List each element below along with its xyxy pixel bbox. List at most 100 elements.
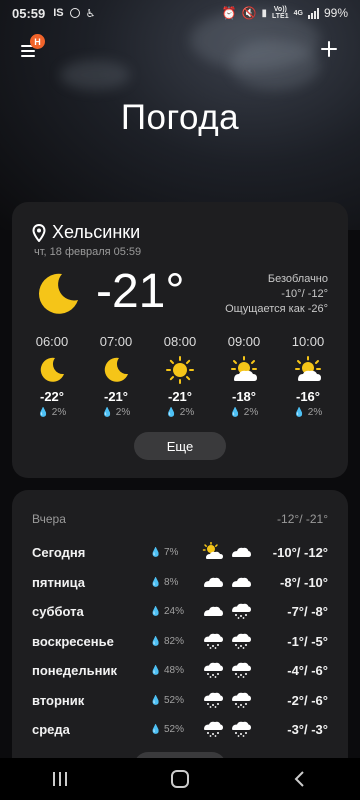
daily-forecast-card[interactable]: Вчера -12°/ -21° Сегодня 💧 7% -10°/ -12° пя… xyxy=(12,490,348,790)
day-icons xyxy=(202,690,262,711)
day-name: Сегодня xyxy=(32,545,86,561)
hour-temp: -22° xyxy=(40,389,64,404)
sun-cloud-icon xyxy=(231,356,257,381)
day-temp: -8°/ -10° xyxy=(280,574,328,590)
back-button[interactable] xyxy=(280,764,320,794)
hour-temp: -16° xyxy=(296,389,320,404)
current-weather-card[interactable]: Хельсинки чт, 18 февраля 05:59 -21° Безо… xyxy=(12,202,348,478)
system-nav-bar xyxy=(0,758,360,800)
hour-item: 07:00 -21° 💧 2% xyxy=(86,334,146,418)
location-name: Хельсинки xyxy=(52,222,141,242)
hour-temp: -21° xyxy=(104,389,128,404)
day-temp: -2°/ -6° xyxy=(287,692,328,708)
sim-icon: ▮ xyxy=(261,7,268,19)
day-temp: -4°/ -6° xyxy=(287,663,328,679)
day-precip: 💧 24% xyxy=(150,606,185,618)
day-precip: 💧 8% xyxy=(150,576,179,588)
day-name: воскресенье xyxy=(32,633,114,649)
daily-row: воскресенье 💧 82% -1°/ -5° xyxy=(32,627,328,657)
temp-range: -10°/ -12° xyxy=(281,288,328,300)
hour-temp: -18° xyxy=(232,389,256,404)
drop-icon: 💧 xyxy=(150,576,162,587)
daily-row: вторник 💧 52% -2°/ -6° xyxy=(32,686,328,716)
moon-icon xyxy=(40,357,64,382)
day-icons xyxy=(202,631,262,652)
yesterday-row: Вчера -12°/ -21° xyxy=(32,512,328,526)
notification-app-icon xyxy=(69,8,80,18)
hour-time: 08:00 xyxy=(163,334,197,349)
drop-icon: 💧 xyxy=(229,407,241,417)
day-name: вторник xyxy=(32,692,85,708)
day-name: суббота xyxy=(32,604,84,620)
daily-row: суббота 💧 24% -7°/ -8° xyxy=(32,597,328,627)
hour-item: 06:00 -22° 💧 2% xyxy=(22,334,82,418)
alarm-icon: ⏰ xyxy=(221,6,237,20)
moon-icon xyxy=(38,273,78,314)
drop-icon: 💧 xyxy=(101,407,113,417)
daily-row: пятница 💧 8% -8°/ -10° xyxy=(32,568,328,598)
cloud-icon xyxy=(230,542,252,563)
day-icons xyxy=(202,601,262,622)
drop-icon: 💧 xyxy=(293,407,305,417)
drop-icon: 💧 xyxy=(150,694,162,705)
drop-icon: 💧 xyxy=(150,606,162,617)
snow-cloud-icon xyxy=(202,631,224,652)
feels-like: Ощущается как -26° xyxy=(225,303,328,315)
hour-precip: 💧 2% xyxy=(101,407,131,418)
day-icons xyxy=(202,719,262,740)
hour-temp: -21° xyxy=(168,389,192,404)
accessibility-icon: ♿ xyxy=(85,7,96,20)
hour-precip: 💧 2% xyxy=(37,407,67,418)
daily-row: среда 💧 52% -3°/ -3° xyxy=(32,715,328,745)
add-location-button[interactable] xyxy=(318,38,340,60)
page-title: Погода xyxy=(120,98,240,137)
drop-icon: 💧 xyxy=(150,665,162,676)
day-precip: 💧 48% xyxy=(150,665,185,677)
day-precip: 💧 52% xyxy=(150,724,185,736)
location-pin-icon xyxy=(32,223,46,242)
drop-icon: 💧 xyxy=(150,724,162,735)
day-temp: -3°/ -3° xyxy=(287,722,328,738)
hourly-forecast: 06:00 -22° 💧 2% 07:00 -21° 💧 2% 08:00 -2… xyxy=(22,334,338,418)
network-type: 4G xyxy=(293,9,303,17)
yesterday-temp: -12°/ -21° xyxy=(277,512,328,526)
hour-time: 09:00 xyxy=(227,334,261,349)
update-date: чт, 18 февраля 05:59 xyxy=(34,246,142,258)
moon-icon xyxy=(104,357,128,382)
drop-icon: 💧 xyxy=(150,635,162,646)
yesterday-label: Вчера xyxy=(32,512,66,526)
status-time: 05:59 xyxy=(12,5,46,21)
hour-precip: 💧 2% xyxy=(165,407,195,418)
location: Хельсинки xyxy=(32,222,140,243)
snow-cloud-icon xyxy=(230,601,252,622)
daily-row: Сегодня 💧 7% -10°/ -12° xyxy=(32,538,328,568)
home-button[interactable] xyxy=(160,764,200,794)
day-precip: 💧 52% xyxy=(150,694,185,706)
recent-apps-button[interactable] xyxy=(40,764,80,794)
day-temp: -1°/ -5° xyxy=(287,633,328,649)
daily-list: Сегодня 💧 7% -10°/ -12° пятница 💧 8% -8°/ -10… xyxy=(32,538,328,745)
day-name: среда xyxy=(32,722,70,738)
back-icon xyxy=(294,771,304,787)
snow-cloud-icon xyxy=(230,660,252,681)
hour-item: 08:00 -21° 💧 2% xyxy=(150,334,210,418)
snow-cloud-icon xyxy=(230,719,252,740)
day-temp: -7°/ -8° xyxy=(287,604,328,620)
cloud-icon xyxy=(202,601,224,622)
home-icon xyxy=(171,770,189,788)
snow-cloud-icon xyxy=(202,719,224,740)
snow-cloud-icon xyxy=(202,690,224,711)
day-icons xyxy=(202,542,262,563)
current-temperature: -21° xyxy=(96,265,185,318)
hour-time: 06:00 xyxy=(35,334,69,349)
status-bar: 05:59 IS ♿ ⏰ 🔇 ▮ Vo)) LTE1 4G 99% xyxy=(0,0,360,26)
hour-item: 09:00 -18° 💧 2% xyxy=(214,334,274,418)
day-precip: 💧 7% xyxy=(150,547,179,559)
condition-text: Безоблачно xyxy=(267,273,328,285)
status-right: ⏰ 🔇 ▮ Vo)) LTE1 4G 99% xyxy=(222,6,348,20)
hour-precip: 💧 2% xyxy=(293,407,323,418)
mute-icon: 🔇 xyxy=(241,6,257,20)
more-button[interactable]: Еще xyxy=(134,432,226,460)
day-temp: -10°/ -12° xyxy=(272,545,328,561)
hour-item: 10:00 -16° 💧 2% xyxy=(278,334,338,418)
